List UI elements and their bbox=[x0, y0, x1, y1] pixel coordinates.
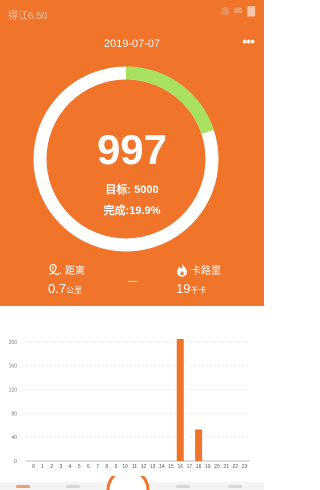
x-tick-label: 21 bbox=[223, 464, 229, 470]
x-tick-label: 10 bbox=[122, 464, 128, 470]
x-tick-label: 22 bbox=[233, 464, 239, 470]
nav-home-icon[interactable] bbox=[16, 485, 30, 488]
x-tick-label: 3 bbox=[59, 464, 62, 470]
x-tick-label: 18 bbox=[196, 464, 202, 470]
calories-label: 卡路里 bbox=[191, 266, 221, 277]
y-tick-label: 120 bbox=[9, 388, 18, 394]
distance-stat: 距离 0.7公里 bbox=[48, 262, 85, 298]
step-count: 997 bbox=[96, 126, 168, 173]
x-tick-label: 19 bbox=[205, 464, 211, 470]
x-tick-label: 17 bbox=[187, 464, 193, 470]
bar-hour-18 bbox=[195, 429, 203, 461]
status-carrier: 得江6.50 bbox=[8, 11, 48, 22]
x-tick-label: 7 bbox=[96, 464, 99, 470]
distance-label: 距离 bbox=[65, 266, 85, 277]
more-icon[interactable]: ••• bbox=[242, 33, 255, 49]
completion-label: 完成:19.9% bbox=[103, 205, 161, 217]
calories-value: 19 bbox=[176, 281, 191, 296]
calories-unit: 千卡 bbox=[190, 286, 207, 295]
y-tick-label: 160 bbox=[9, 364, 18, 370]
y-tick-label: 200 bbox=[9, 340, 18, 346]
x-tick-label: 2 bbox=[50, 464, 53, 470]
distance-value: 0.7 bbox=[48, 281, 67, 296]
x-tick-label: 23 bbox=[242, 464, 248, 470]
x-tick-label: 0 bbox=[32, 464, 35, 470]
status-bar: 得江6.50 ◎ ✉ ▇ bbox=[0, 0, 264, 26]
x-tick-label: 20 bbox=[214, 464, 220, 470]
flame-icon bbox=[177, 263, 187, 277]
date-label[interactable]: 2019-07-07 bbox=[0, 38, 264, 50]
distance-unit: 公里 bbox=[66, 286, 83, 295]
summary-panel: 得江6.50 ◎ ✉ ▇ 2019-07-07 ••• 997 目标: 5000… bbox=[0, 0, 264, 306]
x-tick-label: 4 bbox=[69, 464, 72, 470]
nav-chart-icon[interactable] bbox=[66, 485, 80, 488]
goal-label: 目标: 5000 bbox=[105, 184, 159, 196]
bottom-nav bbox=[0, 476, 264, 490]
x-tick-label: 16 bbox=[177, 464, 183, 470]
x-tick-label: 13 bbox=[150, 464, 156, 470]
center-tab-button[interactable] bbox=[106, 476, 150, 490]
x-tick-label: 6 bbox=[87, 464, 90, 470]
middle-stat: — bbox=[128, 276, 138, 287]
status-icons: ◎ ✉ ▇ bbox=[220, 6, 256, 17]
y-tick-label: 40 bbox=[11, 435, 17, 441]
x-tick-label: 5 bbox=[78, 464, 81, 470]
x-tick-label: 11 bbox=[132, 464, 137, 470]
bar-hour-16 bbox=[176, 338, 184, 461]
x-tick-label: 15 bbox=[168, 464, 174, 470]
nav-profile-icon[interactable] bbox=[228, 485, 242, 488]
hourly-steps-chart: 040801201602000 1 2 3 4 5 6 7 8 9 10 11 12 13 14 15 16 17… bbox=[0, 306, 264, 490]
x-tick-label: 14 bbox=[159, 464, 165, 470]
x-tick-label: 12 bbox=[141, 464, 147, 470]
y-tick-label: 0 bbox=[14, 459, 17, 465]
y-tick-label: 80 bbox=[11, 411, 17, 417]
x-tick-label: 8 bbox=[105, 464, 108, 470]
calories-stat: 卡路里 19千卡 bbox=[176, 262, 221, 298]
map-pin-icon bbox=[48, 263, 62, 275]
x-tick-label: 9 bbox=[115, 464, 118, 470]
x-tick-label: 1 bbox=[41, 464, 44, 470]
nav-heart-icon[interactable] bbox=[176, 485, 190, 488]
